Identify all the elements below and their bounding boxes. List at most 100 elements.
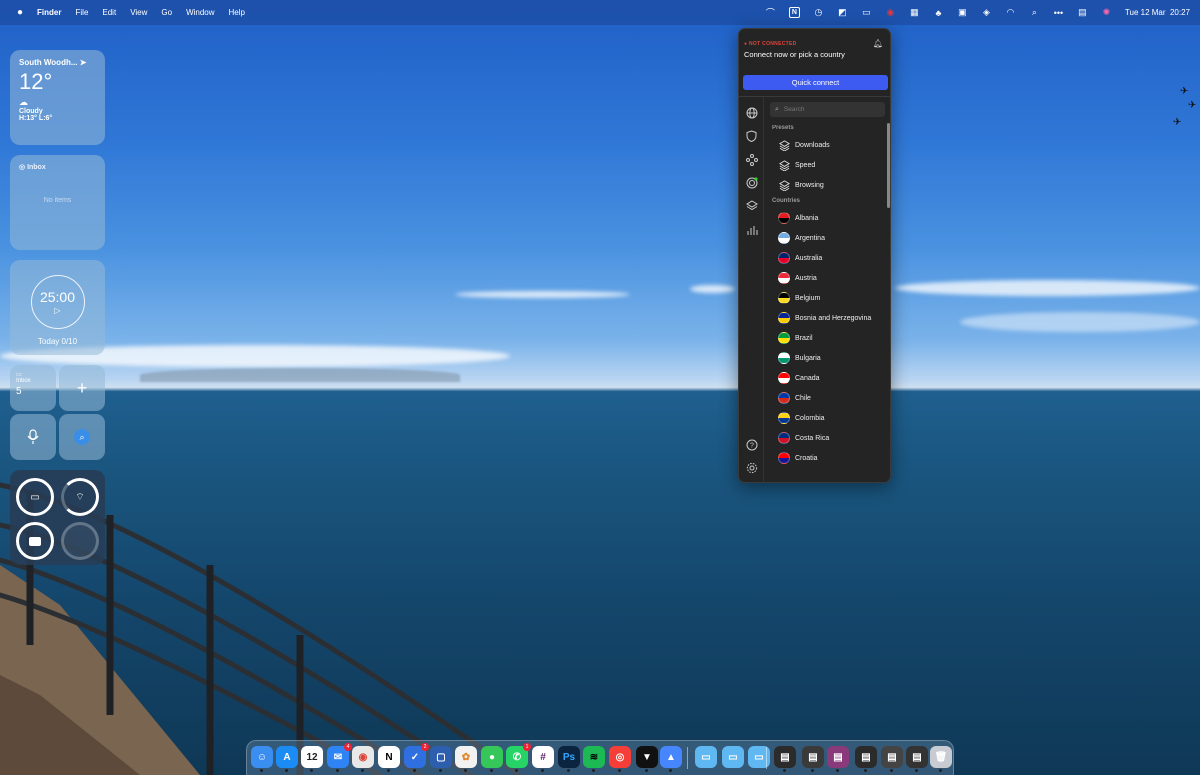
dock-item-chrome[interactable]: ◉ xyxy=(352,746,374,772)
dock-item-trash[interactable]: 🗑 xyxy=(930,746,952,772)
dock-item-pocketcasts[interactable]: ◎ xyxy=(609,746,631,772)
threat-protection-icon[interactable] xyxy=(745,176,758,189)
dock-item-spotify[interactable]: ≋ xyxy=(583,746,605,772)
monitor-icon[interactable]: ▣ xyxy=(957,7,968,18)
settings-icon[interactable] xyxy=(745,461,758,474)
preset-item[interactable]: Speed xyxy=(765,155,886,175)
menubar-clock[interactable]: Tue 12 Mar 20:27 xyxy=(1125,8,1190,17)
timer-ring[interactable]: 25:00 ▷ xyxy=(30,275,85,329)
inbox-widget[interactable]: ◎ Inbox No items xyxy=(10,155,105,250)
dock-item-minimized-2[interactable]: ▤ xyxy=(802,746,824,772)
country-item[interactable]: Austria xyxy=(765,268,886,288)
preset-item[interactable]: Browsing xyxy=(765,175,886,195)
dock-item-photoshop[interactable]: Ps xyxy=(558,746,580,772)
globe-icon[interactable] xyxy=(745,106,758,119)
country-item[interactable]: Argentina xyxy=(765,228,886,248)
search-bar[interactable]: ⌕ xyxy=(770,102,885,117)
country-item[interactable]: Colombia xyxy=(765,408,886,428)
search-icon[interactable]: ⌕ xyxy=(1029,7,1040,18)
preset-item[interactable]: Downloads xyxy=(765,135,886,155)
control-center-icon[interactable]: ▤ xyxy=(1077,7,1088,18)
search-input[interactable] xyxy=(783,106,879,113)
layers-icon[interactable] xyxy=(745,199,758,212)
bell-icon[interactable]: 🔔︎ xyxy=(873,39,883,48)
dock-item-minimized-4[interactable]: ▤ xyxy=(855,746,877,772)
menu-bar: ● Finder File Edit View Go Window Help ⌒… xyxy=(0,0,1200,25)
inbox-count-tile[interactable]: ▭ Inbox 5 xyxy=(10,365,56,411)
siri-icon[interactable]: ✺ xyxy=(1101,7,1112,18)
pomodoro-widget[interactable]: 25:00 ▷ Today 0/10 xyxy=(10,260,105,355)
wifi-icon[interactable]: ◠ xyxy=(1005,7,1016,18)
apple-icon[interactable]: ● xyxy=(10,7,30,18)
scrollbar[interactable] xyxy=(887,123,890,208)
display-icon[interactable]: ◩ xyxy=(837,7,848,18)
dock-item-messages[interactable]: ● xyxy=(481,746,503,772)
menu-icon[interactable]: ▦ xyxy=(909,7,920,18)
notification-badge: 2 xyxy=(421,743,429,751)
dock-item-app-store[interactable]: A xyxy=(276,746,298,772)
dock-item-notion[interactable]: N xyxy=(378,746,400,772)
dock-item-minimized-1[interactable]: ▤ xyxy=(774,746,796,772)
dock-item-folder-app[interactable]: ▼ xyxy=(636,746,658,772)
help-icon[interactable]: ? xyxy=(745,438,758,451)
battery-icon[interactable]: ▭ xyxy=(861,7,872,18)
country-item[interactable]: Belgium xyxy=(765,288,886,308)
palm-icon[interactable]: ♣ xyxy=(933,7,944,18)
menu-go[interactable]: Go xyxy=(154,8,179,17)
country-item[interactable]: Brazil xyxy=(765,328,886,348)
dock-item-screens[interactable]: ▢ xyxy=(430,746,452,772)
more-icon[interactable]: ••• xyxy=(1053,7,1064,18)
dock-item-photos[interactable]: ✿ xyxy=(455,746,477,772)
country-item[interactable]: Chile xyxy=(765,388,886,408)
dock-item-minimized-5[interactable]: ▤ xyxy=(881,746,903,772)
dock-item-mail[interactable]: ✉ 4 xyxy=(327,743,352,772)
country-item[interactable]: Bulgaria xyxy=(765,348,886,368)
battery-widget[interactable]: ▭ ⌔ xyxy=(10,470,105,565)
country-item[interactable]: Costa Rica xyxy=(765,428,886,448)
dock-item-whatsapp[interactable]: ✆ 1 xyxy=(506,743,531,772)
flag-icon xyxy=(778,232,790,244)
layers-icon[interactable]: ◈ xyxy=(981,7,992,18)
weather-widget[interactable]: South Woodh... ➤ 12° ☁ Cloudy H:13° L:6° xyxy=(10,50,105,145)
running-indicator xyxy=(490,769,493,772)
time-machine-icon[interactable]: ◷ xyxy=(813,7,824,18)
timer-time: 25:00 xyxy=(39,289,76,305)
dock-item-minimized-3[interactable]: ▤ xyxy=(827,746,849,772)
dock-item-folder-documents[interactable]: ▭ xyxy=(722,746,744,768)
stats-icon[interactable] xyxy=(745,223,758,236)
menu-help[interactable]: Help xyxy=(222,8,252,17)
messages-icon: ● xyxy=(488,751,496,763)
running-indicator xyxy=(515,769,518,772)
dock-item-slack[interactable]: # xyxy=(532,746,554,772)
shield-icon[interactable] xyxy=(745,129,758,142)
country-item[interactable]: Croatia xyxy=(765,448,886,468)
notification-badge: 4 xyxy=(344,743,352,751)
record-icon[interactable]: ◉ xyxy=(885,7,896,18)
menu-edit[interactable]: Edit xyxy=(95,8,123,17)
running-indicator xyxy=(285,769,288,772)
dock-item-finder[interactable]: ☺ xyxy=(251,746,273,772)
country-item[interactable]: Australia xyxy=(765,248,886,268)
microphone-button[interactable] xyxy=(10,414,56,460)
play-icon[interactable]: ▷ xyxy=(54,306,60,315)
dock-item-tasks[interactable]: ✓ 2 xyxy=(404,743,429,772)
vpn-icon[interactable]: ⌒ xyxy=(765,7,776,18)
dock-item-minimized-6[interactable]: ▤ xyxy=(906,746,928,772)
add-button[interactable]: + xyxy=(59,365,105,411)
menu-file[interactable]: File xyxy=(69,8,96,17)
menu-window[interactable]: Window xyxy=(179,8,221,17)
preset-label: Downloads xyxy=(795,141,830,149)
running-indicator xyxy=(592,769,595,772)
meshnet-icon[interactable] xyxy=(745,153,758,166)
country-item[interactable]: Albania xyxy=(765,208,886,228)
country-item[interactable]: Canada xyxy=(765,368,886,388)
dock-item-nordvpn[interactable]: ▲ xyxy=(660,746,682,772)
menu-app-name[interactable]: Finder xyxy=(30,8,68,17)
dock-item-calendar[interactable]: 12 xyxy=(301,746,323,772)
country-item[interactable]: Bosnia and Herzegovina xyxy=(765,308,886,328)
notion-icon[interactable]: N xyxy=(788,7,800,18)
search-button[interactable]: ⌕ xyxy=(59,414,105,460)
menu-view[interactable]: View xyxy=(123,8,154,17)
quick-connect-button[interactable]: Quick connect xyxy=(743,75,888,90)
dock-item-folder-applications[interactable]: ▭ xyxy=(695,746,717,768)
